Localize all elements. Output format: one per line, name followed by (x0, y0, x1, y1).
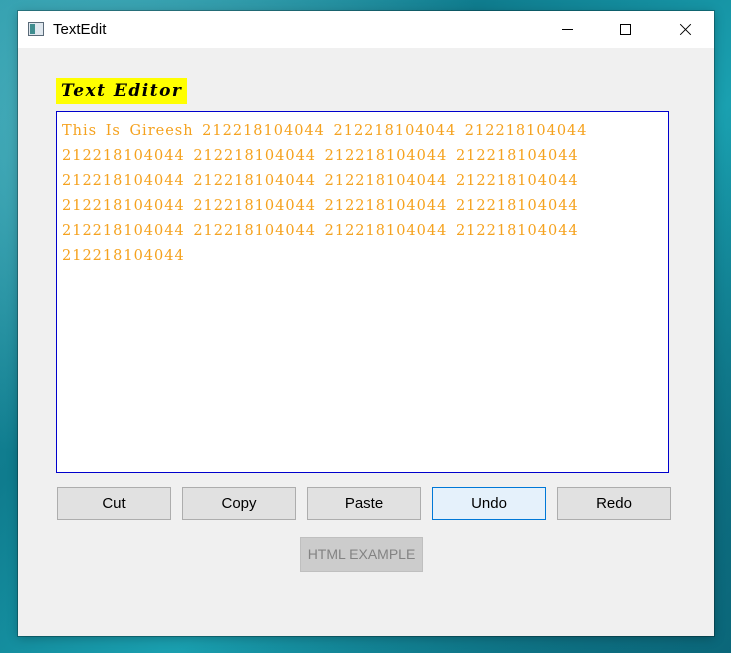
close-button[interactable] (656, 11, 714, 48)
app-window-icon (28, 22, 44, 36)
text-edit-content: This Is Gireesh 212218104044 21221810404… (62, 123, 588, 264)
maximize-button[interactable] (596, 11, 654, 48)
title-bar: TextEdit (18, 11, 714, 48)
cut-button[interactable]: Cut (57, 487, 171, 520)
redo-button[interactable]: Redo (557, 487, 671, 520)
text-editor-label: Text Editor (56, 78, 188, 104)
app-window: TextEdit Text Editor This Is Gireesh 212… (18, 11, 714, 636)
window-title: TextEdit (53, 21, 107, 38)
paste-button[interactable]: Paste (307, 487, 421, 520)
copy-button[interactable]: Copy (182, 487, 296, 520)
undo-button[interactable]: Undo (432, 487, 546, 520)
text-edit-area[interactable]: This Is Gireesh 212218104044 21221810404… (56, 111, 669, 473)
minimize-button[interactable] (538, 11, 596, 48)
html-example-button[interactable]: HTML EXAMPLE (300, 537, 423, 572)
